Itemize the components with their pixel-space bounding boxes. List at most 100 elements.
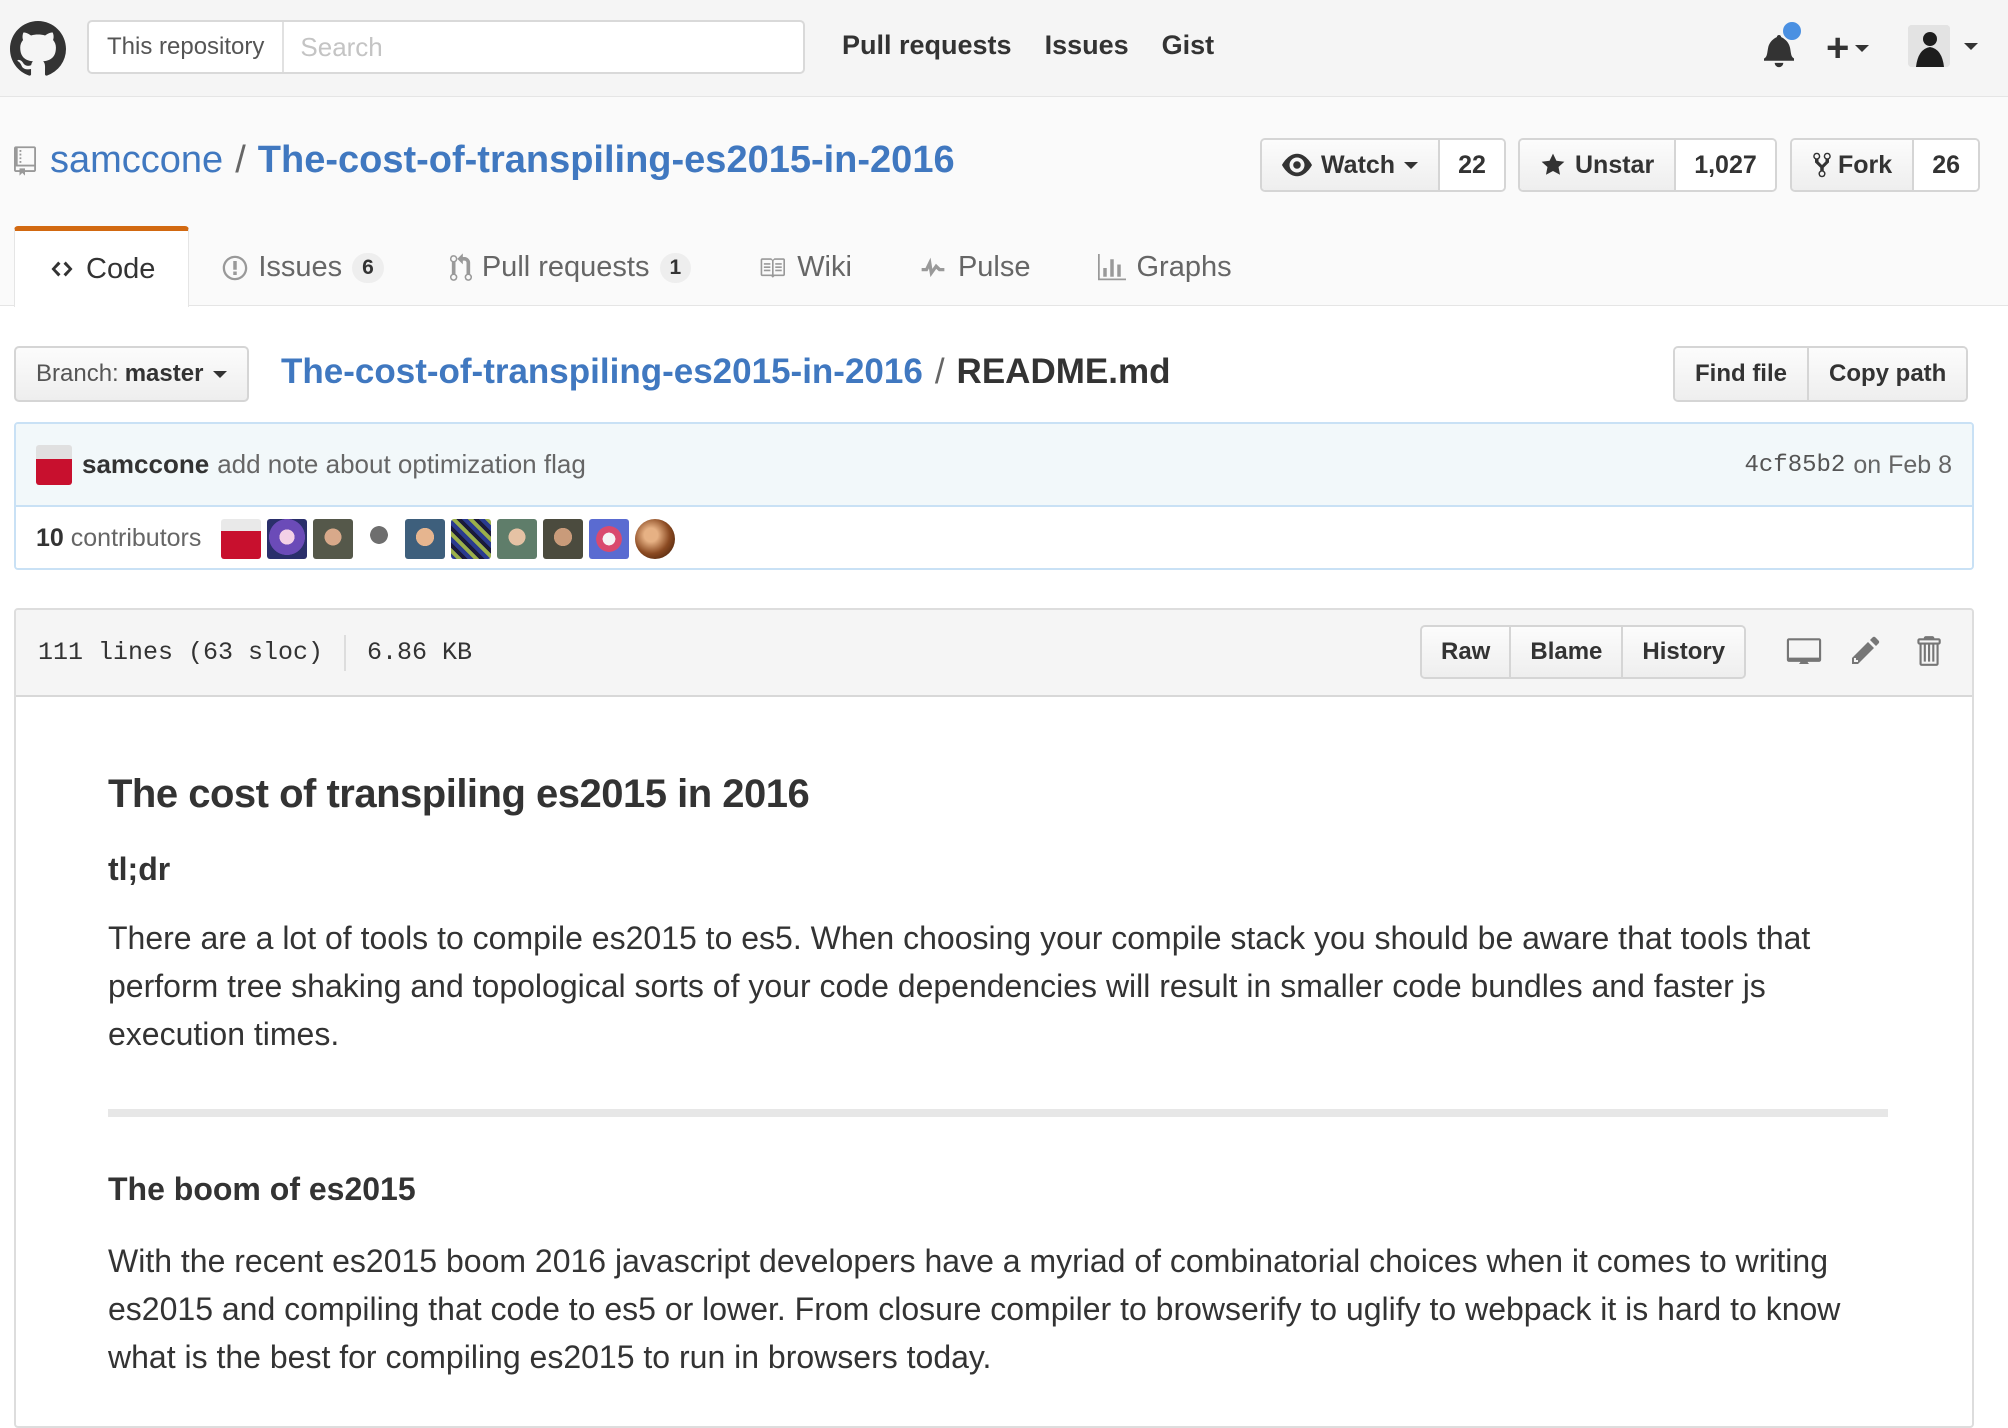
issue-opened-icon xyxy=(222,254,248,282)
blame-button[interactable]: Blame xyxy=(1509,627,1622,677)
raw-button[interactable]: Raw xyxy=(1422,627,1510,677)
commit-sha-link[interactable]: 4cf85b2 xyxy=(1744,452,1845,479)
pencil-icon[interactable] xyxy=(1850,634,1886,670)
nav-issues[interactable]: Issues xyxy=(1045,30,1129,61)
tab-wiki[interactable]: Wiki xyxy=(724,226,885,306)
unstar-label: Unstar xyxy=(1575,150,1655,179)
readme-content: The cost of transpiling es2015 in 2016 t… xyxy=(108,772,1888,1381)
header-nav: Pull requests Issues Gist xyxy=(842,30,1214,61)
github-logo-icon[interactable] xyxy=(10,21,66,77)
repo-owner-link[interactable]: samccone xyxy=(50,139,223,182)
repo-nav: Code Issues 6 Pull requests 1 Wiki Pulse… xyxy=(14,226,1265,307)
file-nav-actions: Find file Copy path xyxy=(1673,346,1969,402)
commit-message-link[interactable]: add note about optimization flag xyxy=(217,449,586,480)
avatar[interactable] xyxy=(267,518,308,559)
commit-author-link[interactable]: samccone xyxy=(82,449,209,480)
avatar[interactable] xyxy=(405,518,446,559)
repo-icon xyxy=(14,145,36,176)
tab-issues[interactable]: Issues 6 xyxy=(189,226,417,306)
tab-label: Pulse xyxy=(957,251,1031,283)
tab-graphs[interactable]: Graphs xyxy=(1064,226,1265,306)
user-menu[interactable] xyxy=(1908,25,1978,67)
tab-pulse[interactable]: Pulse xyxy=(885,226,1064,306)
find-file-button[interactable]: Find file xyxy=(1675,348,1807,400)
avatar[interactable] xyxy=(543,518,584,559)
avatar xyxy=(1908,25,1950,67)
tab-label: Wiki xyxy=(797,251,852,283)
fork-group: Fork 26 xyxy=(1790,138,1980,192)
trashcan-icon[interactable] xyxy=(1914,634,1950,670)
fork-count[interactable]: 26 xyxy=(1914,140,1978,190)
tab-pull-requests[interactable]: Pull requests 1 xyxy=(417,226,724,306)
history-button[interactable]: History xyxy=(1621,627,1745,677)
avatar[interactable] xyxy=(589,518,630,559)
pulse-icon xyxy=(918,255,948,281)
site-search[interactable]: This repository xyxy=(87,20,805,74)
site-header: This repository Pull requests Issues Gis… xyxy=(0,0,2008,97)
file-size: 6.86 KB xyxy=(367,638,473,667)
code-icon xyxy=(48,257,76,281)
commit-date: on Feb 8 xyxy=(1853,451,1952,479)
readme-boom-paragraph: With the recent es2015 boom 2016 javascr… xyxy=(108,1243,1841,1375)
watch-label: Watch xyxy=(1321,150,1396,179)
tab-code[interactable]: Code xyxy=(14,226,190,307)
nav-pull-requests[interactable]: Pull requests xyxy=(842,30,1012,61)
branch-select-button[interactable]: Branch: master xyxy=(14,346,250,402)
pull-requests-counter: 1 xyxy=(659,252,692,283)
file-info-divider xyxy=(344,634,347,671)
repo-header: samccone / The-cost-of-transpiling-es201… xyxy=(0,97,2008,307)
breadcrumb: The-cost-of-transpiling-es2015-in-2016 /… xyxy=(281,352,1170,392)
eye-icon xyxy=(1282,153,1312,177)
readme-title: The cost of transpiling es2015 in 2016 xyxy=(108,772,810,816)
commit-tease: samccone add note about optimization fla… xyxy=(14,422,1974,570)
branch-name: master xyxy=(124,360,204,387)
star-group: Unstar 1,027 xyxy=(1518,138,1777,192)
book-icon xyxy=(757,255,787,281)
readme-boom-heading: The boom of es2015 xyxy=(108,1171,416,1207)
contributors-label: contributors xyxy=(70,524,202,552)
avatar[interactable] xyxy=(313,518,354,559)
file-lines: 111 lines (63 sloc) xyxy=(38,638,324,667)
watch-count[interactable]: 22 xyxy=(1440,140,1504,190)
search-input[interactable] xyxy=(284,22,803,72)
desktop-icon[interactable] xyxy=(1786,634,1822,670)
chevron-down-icon xyxy=(1404,161,1419,169)
tab-label: Graphs xyxy=(1136,251,1232,283)
file-header: 111 lines (63 sloc) 6.86 KB Raw Blame Hi… xyxy=(16,610,1972,697)
avatar[interactable] xyxy=(359,518,400,559)
branch-prefix: Branch: xyxy=(36,360,119,387)
repo-forked-icon xyxy=(1812,151,1832,179)
avatar[interactable] xyxy=(497,518,538,559)
copy-path-button[interactable]: Copy path xyxy=(1807,348,1967,400)
tab-label: Code xyxy=(86,252,156,285)
avatar[interactable] xyxy=(635,518,676,559)
contributor-avatars xyxy=(221,518,676,559)
plus-icon: + xyxy=(1826,26,1850,70)
avatar[interactable] xyxy=(221,518,262,559)
notification-indicator-icon xyxy=(1781,20,1803,42)
chevron-down-icon xyxy=(1855,44,1870,52)
breadcrumb-file-name: README.md xyxy=(956,352,1171,391)
watch-button[interactable]: Watch xyxy=(1262,140,1441,190)
repo-name-link[interactable]: The-cost-of-transpiling-es2015-in-2016 xyxy=(258,139,955,182)
graph-icon xyxy=(1097,253,1127,282)
chevron-down-icon xyxy=(1964,42,1978,50)
nav-gist[interactable]: Gist xyxy=(1162,30,1215,61)
avatar[interactable] xyxy=(451,518,492,559)
star-count[interactable]: 1,027 xyxy=(1676,140,1775,190)
star-icon xyxy=(1540,152,1566,178)
breadcrumb-separator: / xyxy=(934,352,945,391)
unstar-button[interactable]: Unstar xyxy=(1520,140,1677,190)
file-box: 111 lines (63 sloc) 6.86 KB Raw Blame Hi… xyxy=(14,608,1974,1428)
git-pull-request-icon xyxy=(449,252,472,283)
create-new-menu[interactable]: + xyxy=(1826,26,1870,70)
readme-divider xyxy=(108,1109,1888,1117)
fork-button[interactable]: Fork xyxy=(1792,140,1915,190)
avatar[interactable] xyxy=(36,444,72,485)
contributors-link[interactable]: 10 contributors xyxy=(36,524,201,553)
commit-meta: 4cf85b2 on Feb 8 xyxy=(1744,424,1952,507)
latest-commit: samccone add note about optimization fla… xyxy=(16,424,1972,507)
file-info: 111 lines (63 sloc) 6.86 KB xyxy=(38,610,472,695)
breadcrumb-repo-link[interactable]: The-cost-of-transpiling-es2015-in-2016 xyxy=(281,352,923,392)
file-actions: Raw Blame History xyxy=(1420,625,1747,679)
